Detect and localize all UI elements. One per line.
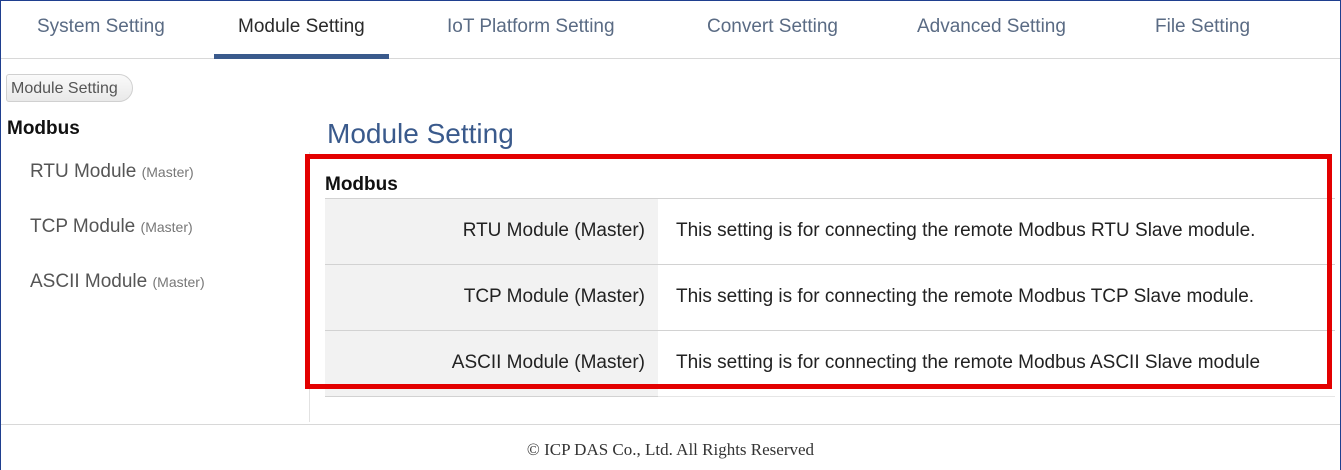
sidebar-item-ascii-module[interactable]: ASCII Module (Master) <box>30 271 205 293</box>
tab-convert-setting[interactable]: Convert Setting <box>707 1 838 59</box>
sidebar-heading: Modbus <box>7 118 80 139</box>
footer-copyright: © ICP DAS Co., Ltd. All Rights Reserved <box>526 440 815 459</box>
tab-module-setting[interactable]: Module Setting <box>214 1 389 59</box>
table-bottom-border <box>325 396 658 397</box>
sidebar-item-tcp-module[interactable]: TCP Module (Master) <box>30 216 193 238</box>
tab-system-setting[interactable]: System Setting <box>37 1 165 59</box>
highlight-box <box>305 154 1332 389</box>
sidebar-item-label: RTU Module <box>30 161 137 182</box>
sidebar-item-label: TCP Module <box>30 216 136 237</box>
breadcrumb[interactable]: Module Setting <box>6 74 133 102</box>
sidebar-item-note: (Master) <box>140 219 193 235</box>
sidebar-item-rtu-module[interactable]: RTU Module (Master) <box>30 161 194 183</box>
tab-advanced-setting[interactable]: Advanced Setting <box>917 1 1066 59</box>
page-title: Module Setting <box>327 118 514 149</box>
table-bottom-border <box>658 396 1335 397</box>
footer-divider <box>1 424 1340 425</box>
tab-file-setting[interactable]: File Setting <box>1155 1 1250 59</box>
top-tab-bar: System Setting Module Setting IoT Platfo… <box>1 1 1340 59</box>
sidebar-item-label: ASCII Module <box>30 271 148 292</box>
sidebar-item-note: (Master) <box>141 164 194 180</box>
sidebar-item-note: (Master) <box>152 274 205 290</box>
tab-iot-platform-setting[interactable]: IoT Platform Setting <box>447 1 615 59</box>
